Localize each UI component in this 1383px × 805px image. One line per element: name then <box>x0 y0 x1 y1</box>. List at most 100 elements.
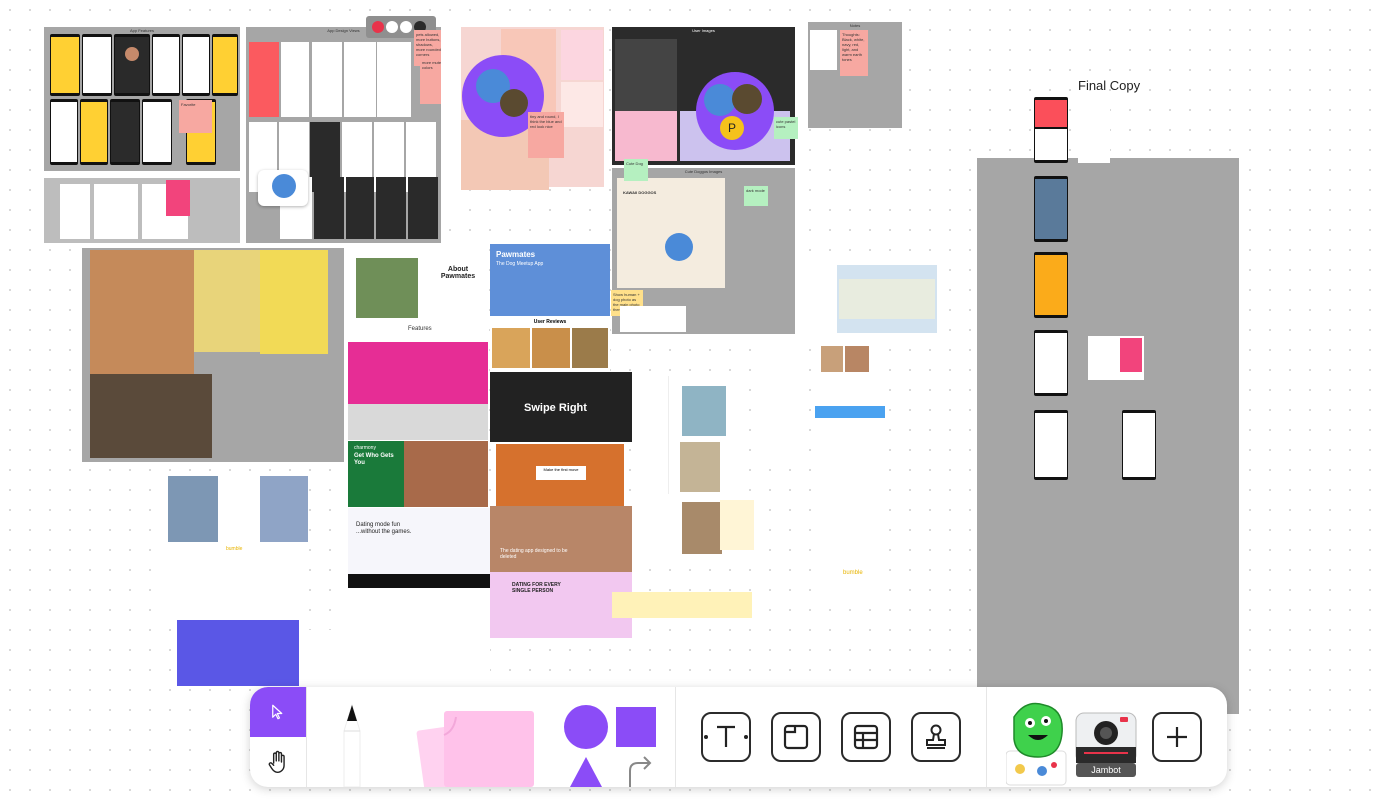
photo[interactable] <box>194 250 260 352</box>
web-screenshot[interactable]: Swipe Right <box>490 372 632 442</box>
icon-pack-title <box>561 82 603 127</box>
app-screen[interactable] <box>281 42 309 117</box>
sticky-note[interactable]: dark mode <box>744 186 768 206</box>
app-screen[interactable] <box>50 99 78 165</box>
web-screenshot[interactable]: bumble <box>168 476 308 616</box>
add-button[interactable] <box>1152 712 1202 762</box>
final-copy-title: Final Copy <box>1078 78 1141 93</box>
pen-tool-button[interactable] <box>330 703 374 787</box>
sticky-note[interactable]: Favorite <box>179 100 212 133</box>
app-screen[interactable] <box>82 34 112 96</box>
app-screen[interactable] <box>114 34 150 96</box>
dating-mode-text: Dating mode fun ...without the games. <box>356 522 412 535</box>
hand-tool-button[interactable] <box>250 737 306 787</box>
web-screenshot[interactable]: The dating app designed to be deleted <box>490 506 632 572</box>
final-screen[interactable] <box>1034 176 1068 242</box>
web-screenshot[interactable] <box>177 620 299 686</box>
frame-icon <box>783 724 809 750</box>
app-screen[interactable] <box>182 34 210 96</box>
app-screen[interactable] <box>376 177 406 239</box>
stickers-button[interactable] <box>1006 699 1076 787</box>
final-screen[interactable] <box>1034 410 1068 480</box>
bumble-logo-2: bumble <box>843 570 863 576</box>
sticker-monster-icon <box>1006 702 1067 786</box>
web-screenshot[interactable]: DATING FOR EVERY SINGLE PERSON <box>490 572 632 638</box>
web-screenshot[interactable]: bumble <box>813 340 889 602</box>
frame-user-photos[interactable] <box>82 248 344 462</box>
stamp-tool-button[interactable] <box>911 712 961 762</box>
final-screen[interactable] <box>1034 330 1068 396</box>
final-screen[interactable] <box>1088 336 1144 380</box>
frame-title: App Features <box>129 28 154 33</box>
app-screen[interactable] <box>249 42 279 117</box>
image-card[interactable] <box>258 170 308 206</box>
web-screenshot[interactable] <box>345 634 391 688</box>
bone-icons[interactable] <box>620 306 686 332</box>
sticky-note[interactable]: cute pastel icons <box>774 117 798 139</box>
map-screenshot[interactable] <box>803 265 937 333</box>
app-screen[interactable] <box>377 42 411 117</box>
web-screenshot[interactable] <box>348 404 488 440</box>
color-dot[interactable] <box>372 21 384 33</box>
frame-app-features-b[interactable] <box>44 178 240 243</box>
tag-strip[interactable] <box>612 592 752 618</box>
bumble-logo: bumble <box>226 546 243 552</box>
web-screenshot[interactable] <box>348 342 488 404</box>
app-screen[interactable] <box>408 177 438 239</box>
dating-for-every: DATING FOR EVERY SINGLE PERSON <box>512 582 561 594</box>
shapes-tool-button[interactable] <box>558 701 658 787</box>
sticky-note[interactable]: tiny and round, I think the blue and red… <box>528 112 564 158</box>
jambot-button[interactable]: Jambot <box>1070 697 1142 787</box>
avatar-letter: P <box>720 116 744 140</box>
app-screen[interactable] <box>166 180 190 216</box>
final-screen[interactable] <box>1078 97 1110 163</box>
final-screen[interactable] <box>1034 252 1068 318</box>
frame-notes[interactable]: Notes Thoughts: Black, white, navy, red,… <box>808 22 902 128</box>
web-screenshot[interactable] <box>632 496 756 560</box>
user-reviews[interactable]: User Reviews <box>490 318 610 372</box>
sticky-note[interactable]: Thoughts: Black, white, navy, red, light… <box>840 30 868 76</box>
color-dot[interactable] <box>400 21 412 33</box>
photo[interactable] <box>260 250 328 354</box>
photo[interactable] <box>90 374 212 458</box>
app-screen[interactable] <box>142 99 172 165</box>
dog-stickers-image[interactable]: KAWAII DOGGOS <box>617 178 725 288</box>
web-screenshot[interactable]: Dating mode fun ...without the games. <box>348 508 490 574</box>
plus-icon <box>1167 727 1187 747</box>
app-screen[interactable] <box>80 99 108 165</box>
frame-tool-button[interactable] <box>771 712 821 762</box>
app-screen[interactable] <box>152 34 180 96</box>
color-dot[interactable] <box>386 21 398 33</box>
app-screen[interactable] <box>94 184 138 239</box>
final-screen[interactable] <box>1034 97 1068 163</box>
photo[interactable] <box>90 250 194 374</box>
app-screen[interactable] <box>60 184 90 239</box>
features-title: Features <box>408 326 432 332</box>
app-screen[interactable] <box>344 42 376 117</box>
web-screenshot[interactable] <box>756 340 806 466</box>
table-tool-button[interactable] <box>841 712 891 762</box>
sticky-note-tool-button[interactable] <box>410 705 540 787</box>
web-screenshot[interactable]: Make the first move <box>496 444 624 506</box>
avatar-cursor[interactable]: P <box>696 72 774 150</box>
web-screenshot[interactable]: charmony Get Who Gets You <box>348 441 488 507</box>
web-screenshot[interactable] <box>303 630 345 686</box>
sticky-note[interactable]: Cute Dog <box>624 159 648 181</box>
select-tool-button[interactable] <box>250 687 306 737</box>
app-screen[interactable] <box>314 177 344 239</box>
web-screenshot[interactable] <box>632 376 746 494</box>
frame-app-design[interactable]: App Design Views <box>246 27 441 243</box>
table-icon <box>853 724 879 750</box>
pawmates-hero[interactable]: Pawmates The Dog Meetup App <box>490 244 610 316</box>
frame-app-features[interactable]: App Features Favorite <box>44 27 240 171</box>
app-screen[interactable] <box>212 34 238 96</box>
final-screen[interactable] <box>1122 410 1156 480</box>
app-screen[interactable] <box>346 177 374 239</box>
dating-app-designed: The dating app designed to be deleted <box>500 548 568 560</box>
frame-final-copy[interactable] <box>977 158 1239 714</box>
app-screen[interactable] <box>312 42 342 117</box>
text-tool-button[interactable] <box>701 712 751 762</box>
pawmates-about[interactable]: About Pawmates Features <box>348 244 488 340</box>
app-screen[interactable] <box>110 99 140 165</box>
app-screen[interactable] <box>50 34 80 96</box>
